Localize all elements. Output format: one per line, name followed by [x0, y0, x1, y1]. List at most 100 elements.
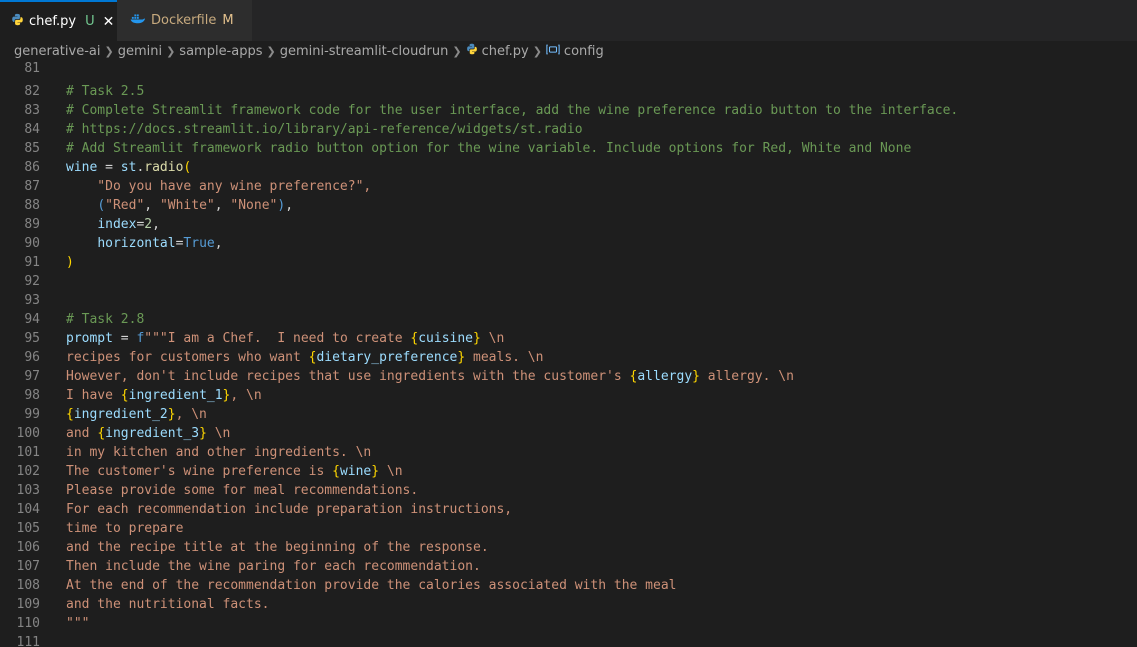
code-text: and the recipe title at the beginning of…: [66, 540, 489, 555]
code-line: 84 # https://docs.streamlit.io/library/ap…: [0, 120, 1137, 139]
breadcrumb-item-config[interactable]: config: [564, 44, 604, 59]
line-number: 89: [24, 217, 40, 232]
code-line: 82 # Task 2.5: [0, 82, 1137, 101]
code-text: recipes for customers who want {dietary_…: [66, 350, 544, 365]
code-line: 103 Please provide some for meal recommen…: [0, 481, 1137, 500]
python-icon: [466, 43, 478, 59]
close-icon[interactable]: ✕: [103, 14, 115, 30]
code-editor[interactable]: 81 82 # Task 2.5 83 # Complete Streamlit f…: [0, 61, 1137, 647]
chevron-right-icon: ❯: [104, 44, 114, 58]
breadcrumb-item-gemini[interactable]: gemini: [118, 44, 162, 59]
line-number: 98: [24, 388, 40, 403]
code-line: 106 and the recipe title at the beginning…: [0, 538, 1137, 557]
code-line: 81: [0, 61, 1137, 78]
code-text: # Add Streamlit framework radio button o…: [66, 141, 912, 156]
code-text: However, don't include recipes that use …: [66, 369, 794, 384]
code-line: 102 The customer's wine preference is {wi…: [0, 462, 1137, 481]
line-number: 102: [16, 464, 40, 479]
code-line: 107 Then include the wine paring for each…: [0, 557, 1137, 576]
line-number: 93: [24, 293, 40, 308]
code-line: 89 index=2,: [0, 215, 1137, 234]
code-line: 93: [0, 291, 1137, 310]
breadcrumb: generative-ai ❯ gemini ❯ sample-apps ❯ g…: [0, 41, 1137, 61]
line-number: 99: [24, 407, 40, 422]
code-line: 94 # Task 2.8: [0, 310, 1137, 329]
line-number: 82: [24, 84, 40, 99]
code-text: ): [66, 255, 74, 270]
line-number: 91: [24, 255, 40, 270]
line-number: 97: [24, 369, 40, 384]
code-text: and the nutritional facts.: [66, 597, 270, 612]
chevron-right-icon: ❯: [532, 44, 542, 58]
code-line: 90 horizontal=True,: [0, 234, 1137, 253]
line-number: 94: [24, 312, 40, 327]
code-line: 95 prompt = f"""I am a Chef. I need to cr…: [0, 329, 1137, 348]
line-number: 111: [16, 635, 40, 647]
tab-label: chef.py: [29, 14, 77, 29]
docker-icon: [130, 13, 145, 28]
code-text: # Task 2.5: [66, 84, 145, 99]
tab-chef-py[interactable]: chef.py U ✕: [0, 0, 117, 41]
code-text: {ingredient_2}, \n: [66, 407, 207, 422]
code-line: 109 and the nutritional facts.: [0, 595, 1137, 614]
code-text[interactable]: # https://docs.streamlit.io/library/api-…: [66, 120, 583, 139]
code-line: 86 wine = st.radio(: [0, 158, 1137, 177]
breadcrumb-item-gemini-streamlit-cloudrun[interactable]: gemini-streamlit-cloudrun: [280, 44, 449, 59]
python-icon: [11, 13, 24, 30]
line-number: 92: [24, 274, 40, 289]
code-text: horizontal=True,: [97, 236, 223, 251]
variable-icon: [546, 44, 560, 59]
line-number: 103: [16, 483, 40, 498]
code-line: 87 "Do you have any wine preference?",: [0, 177, 1137, 196]
code-text: in my kitchen and other ingredients. \n: [66, 445, 372, 460]
code-text: # Complete Streamlit framework code for …: [66, 103, 959, 118]
tab-status-badge: M: [222, 13, 234, 28]
code-line: 104 For each recommendation include prepa…: [0, 500, 1137, 519]
code-line: 98 I have {ingredient_1}, \n: [0, 386, 1137, 405]
line-number: 109: [16, 597, 40, 612]
chevron-right-icon: ❯: [266, 44, 276, 58]
line-number: 108: [16, 578, 40, 593]
code-text: The customer's wine preference is {wine}…: [66, 464, 403, 479]
line-number: 105: [16, 521, 40, 536]
line-number: 85: [24, 141, 40, 156]
breadcrumb-item-sample-apps[interactable]: sample-apps: [179, 44, 262, 59]
breadcrumb-item-chef-py[interactable]: chef.py: [482, 44, 529, 59]
line-number: 107: [16, 559, 40, 574]
code-text: """: [66, 616, 90, 631]
code-line: 85 # Add Streamlit framework radio button…: [0, 139, 1137, 158]
code-line: 100 and {ingredient_3} \n: [0, 424, 1137, 443]
line-number: 106: [16, 540, 40, 555]
code-text: # Task 2.8: [66, 312, 145, 327]
chevron-right-icon: ❯: [452, 44, 462, 58]
tab-status-badge: U: [85, 14, 95, 29]
line-number: 90: [24, 236, 40, 251]
line-number: 96: [24, 350, 40, 365]
line-number: 101: [16, 445, 40, 460]
breadcrumb-item-generative-ai[interactable]: generative-ai: [14, 44, 100, 59]
code-text: and {ingredient_3} \n: [66, 426, 231, 441]
code-text: ("Red", "White", "None"),: [97, 198, 294, 213]
tab-dockerfile[interactable]: Dockerfile M: [117, 0, 253, 41]
code-text: index=2,: [97, 217, 160, 232]
line-number: 88: [24, 198, 40, 213]
code-line: 96 recipes for customers who want {dietar…: [0, 348, 1137, 367]
line-number: 86: [24, 160, 40, 175]
code-line: 83 # Complete Streamlit framework code fo…: [0, 101, 1137, 120]
code-line: 92: [0, 272, 1137, 291]
line-number: 100: [16, 426, 40, 441]
code-text: For each recommendation include preparat…: [66, 502, 513, 517]
code-line: 91): [0, 253, 1137, 272]
code-text: time to prepare: [66, 521, 184, 536]
code-text: "Do you have any wine preference?",: [66, 179, 372, 194]
code-line: 88 ("Red", "White", "None"),: [0, 196, 1137, 215]
code-line: 97 However, don't include recipes that us…: [0, 367, 1137, 386]
line-number: 87: [24, 179, 40, 194]
editor-tab-bar: chef.py U ✕ Dockerfile M: [0, 0, 1137, 41]
line-number: 104: [16, 502, 40, 517]
code-line: 99 {ingredient_2}, \n: [0, 405, 1137, 424]
code-line: 110 """: [0, 614, 1137, 633]
code-text: Then include the wine paring for each re…: [66, 559, 481, 574]
line-number: 81: [24, 61, 40, 76]
code-line: 111: [0, 633, 1137, 647]
